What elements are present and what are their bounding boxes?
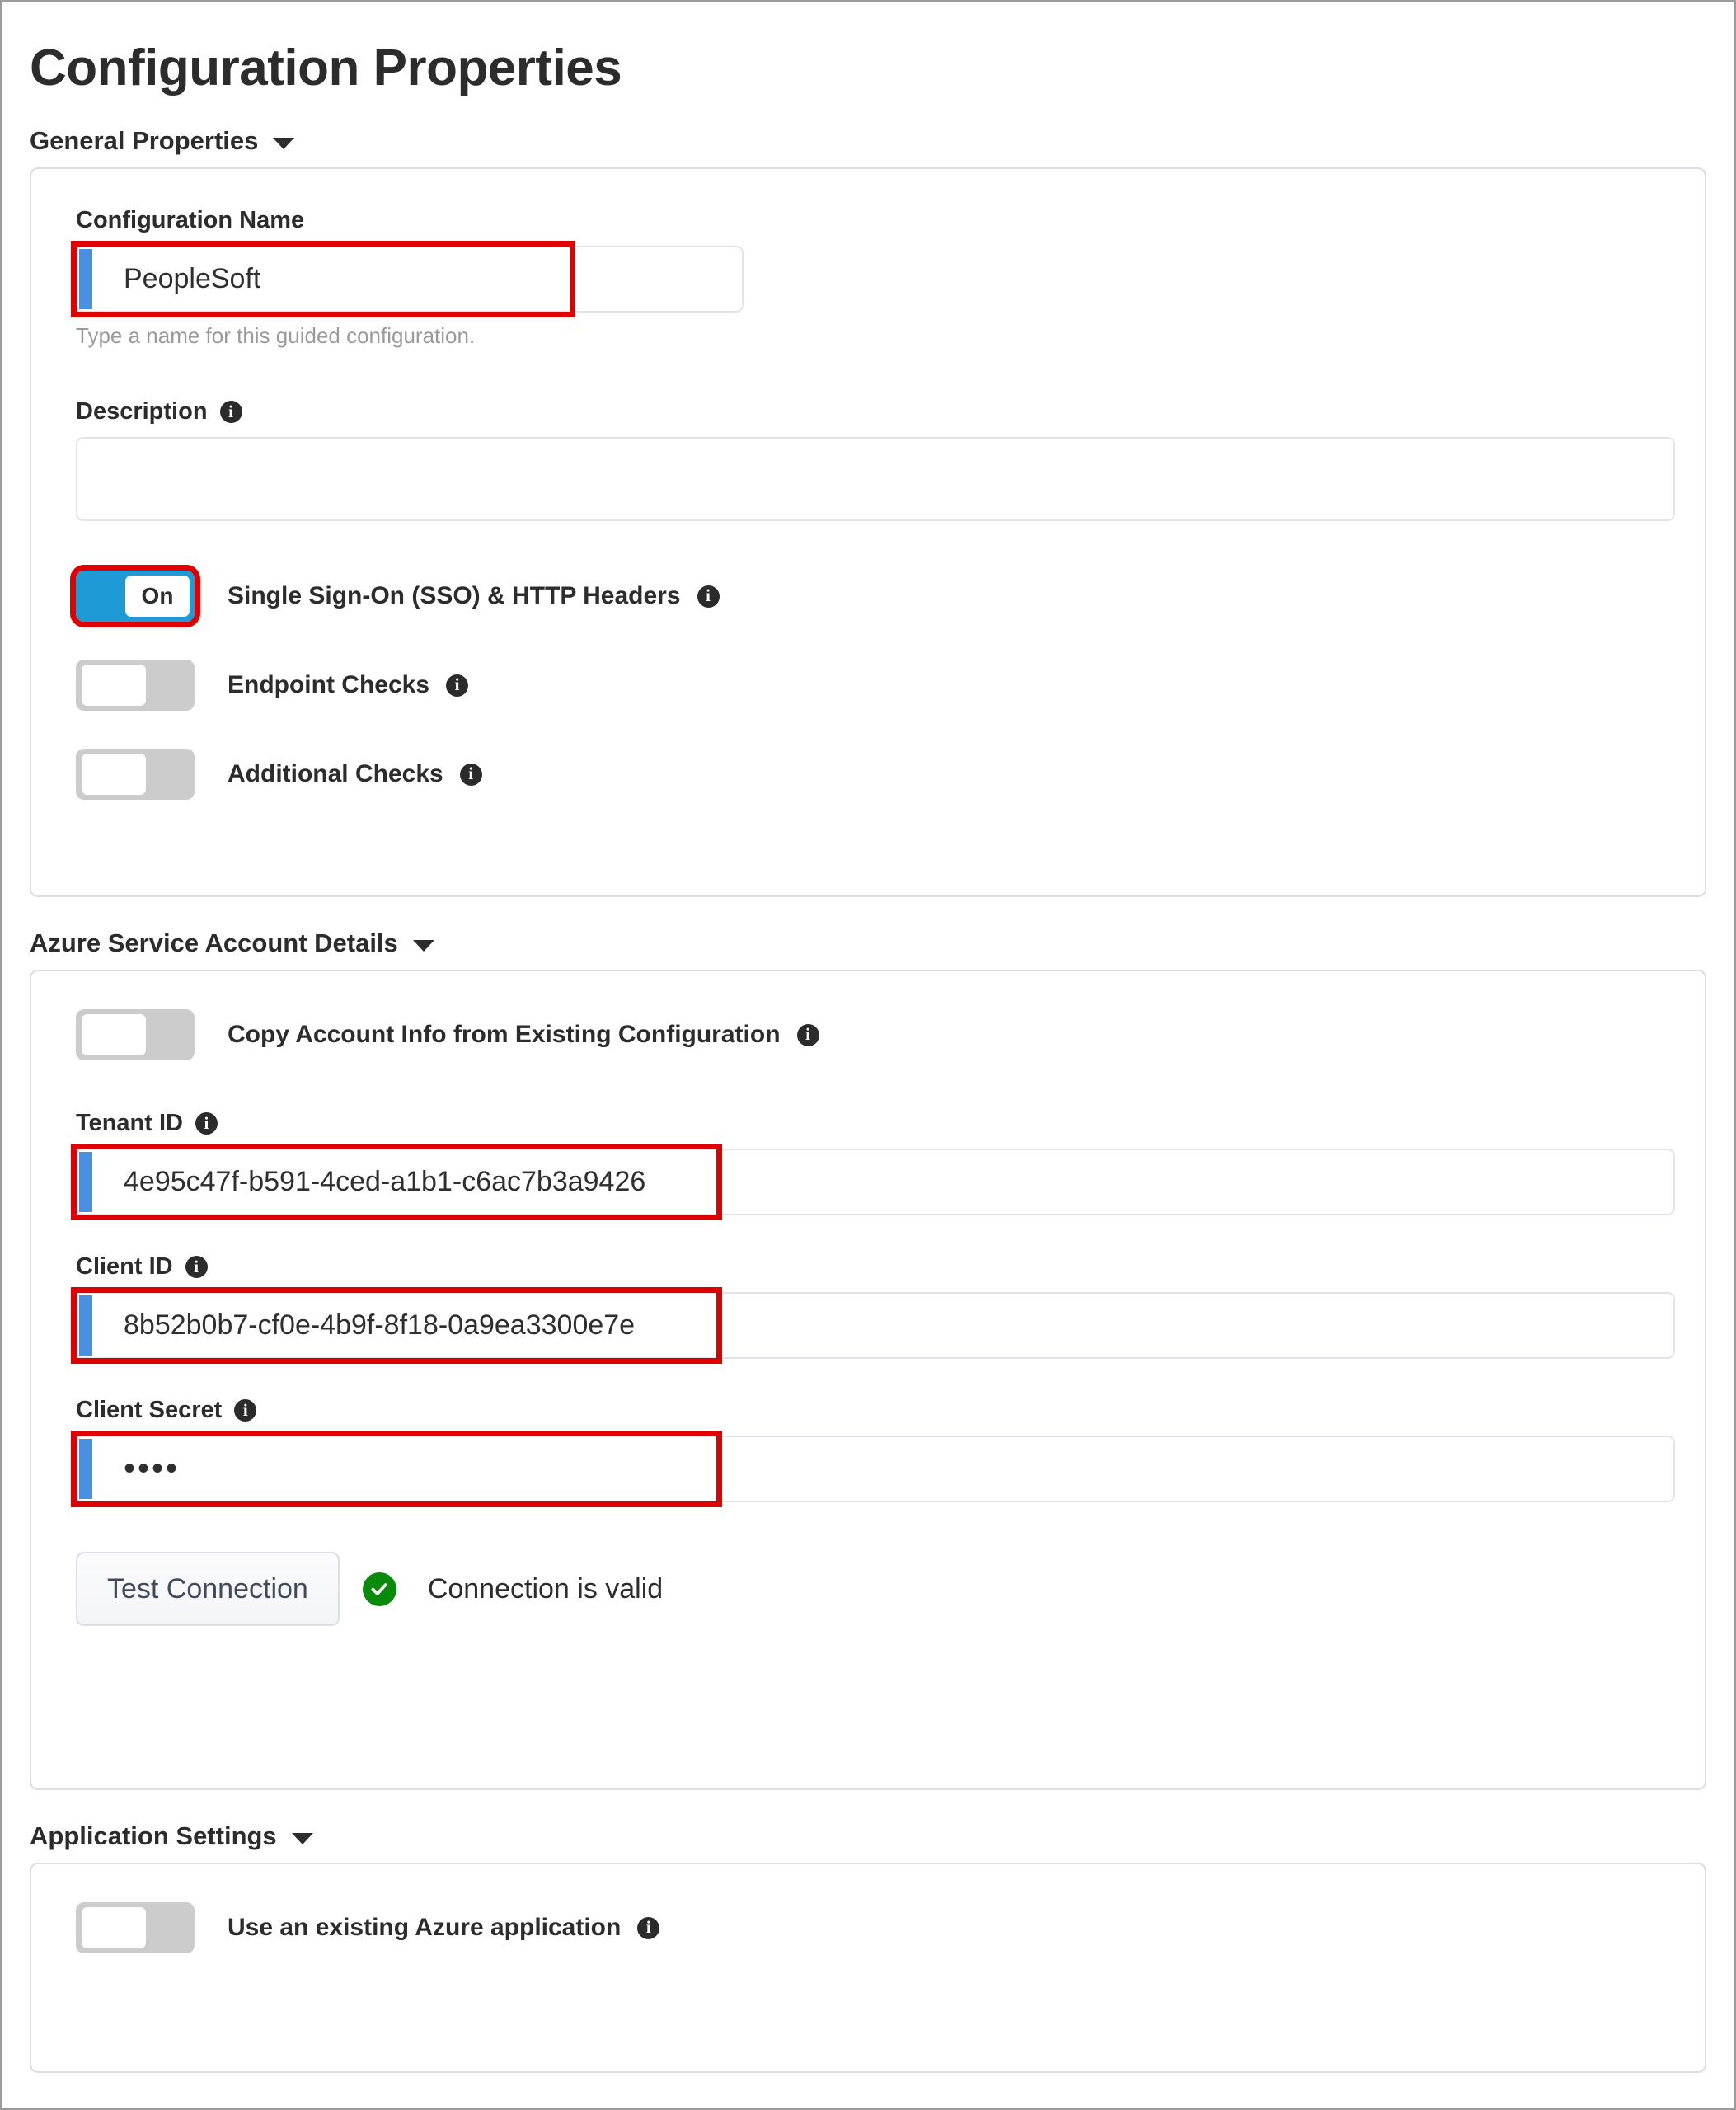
configuration-name-field: Configuration Name PeopleSoft Type a nam… bbox=[71, 207, 1660, 349]
input-accent-bar bbox=[79, 1439, 92, 1500]
info-icon[interactable]: i bbox=[195, 1112, 218, 1135]
section-header-application-settings-label: Application Settings bbox=[30, 1821, 277, 1851]
description-field: Description i bbox=[76, 398, 1675, 522]
client-secret-value: •••• bbox=[124, 1450, 181, 1487]
input-accent-bar bbox=[79, 249, 92, 310]
section-header-general-properties-label: General Properties bbox=[30, 126, 259, 156]
endpoint-checks-toggle-knob bbox=[82, 665, 146, 707]
sso-toggle-row: On Single Sign-On (SSO) & HTTP Headers i bbox=[70, 565, 1660, 628]
use-existing-azure-app-toggle-knob bbox=[82, 1907, 146, 1949]
configuration-name-input-wrap: PeopleSoft bbox=[71, 241, 1660, 318]
copy-account-info-toggle-knob bbox=[82, 1014, 146, 1056]
additional-checks-label-text: Additional Checks bbox=[228, 760, 443, 788]
client-secret-input-wrap: •••• bbox=[71, 1431, 1675, 1508]
chevron-down-icon[interactable] bbox=[291, 1832, 313, 1844]
configuration-properties-page: Configuration Properties General Propert… bbox=[0, 0, 1736, 2110]
description-label-text: Description bbox=[76, 398, 208, 425]
endpoint-checks-toggle[interactable] bbox=[76, 660, 195, 712]
copy-account-info-toggle-row: Copy Account Info from Existing Configur… bbox=[76, 1009, 1660, 1061]
test-connection-button[interactable]: Test Connection bbox=[76, 1552, 340, 1627]
use-existing-azure-app-label: Use an existing Azure application i bbox=[228, 1914, 660, 1942]
info-icon[interactable]: i bbox=[219, 401, 242, 424]
use-existing-azure-app-toggle[interactable] bbox=[76, 1902, 195, 1954]
info-icon[interactable]: i bbox=[697, 585, 720, 608]
configuration-name-value: PeopleSoft bbox=[124, 263, 261, 295]
client-id-field: Client ID i 8b52b0b7-cf0e-4b9f-8f18-0a9e… bbox=[71, 1253, 1675, 1365]
input-accent-bar bbox=[79, 1295, 92, 1356]
chevron-down-icon[interactable] bbox=[412, 939, 434, 952]
use-existing-azure-app-toggle-row: Use an existing Azure application i bbox=[76, 1902, 1660, 1954]
sso-toggle-knob: On bbox=[125, 576, 190, 618]
info-icon[interactable]: i bbox=[459, 763, 482, 786]
client-secret-field: Client Secret i •••• bbox=[71, 1397, 1675, 1508]
client-id-label: Client ID i bbox=[76, 1253, 1660, 1281]
application-settings-panel: Use an existing Azure application i bbox=[30, 1863, 1706, 2074]
use-existing-azure-app-label-text: Use an existing Azure application bbox=[228, 1914, 622, 1942]
additional-checks-toggle-knob bbox=[82, 754, 146, 796]
additional-checks-label: Additional Checks i bbox=[228, 760, 482, 788]
info-icon[interactable]: i bbox=[234, 1399, 257, 1422]
section-header-azure-label: Azure Service Account Details bbox=[30, 928, 398, 958]
section-header-application-settings[interactable]: Application Settings bbox=[30, 1821, 313, 1851]
tenant-id-value: 4e95c47f-b591-4ced-a1b1-c6ac7b3a9426 bbox=[124, 1166, 646, 1198]
description-label: Description i bbox=[76, 398, 1660, 425]
copy-account-info-label-text: Copy Account Info from Existing Configur… bbox=[228, 1021, 781, 1049]
info-icon[interactable]: i bbox=[796, 1023, 819, 1046]
page-title: Configuration Properties bbox=[30, 40, 622, 96]
test-connection-row: Test Connection Connection is valid bbox=[76, 1552, 1660, 1627]
copy-account-info-toggle[interactable] bbox=[76, 1009, 195, 1061]
tenant-id-label-text: Tenant ID bbox=[76, 1110, 183, 1137]
sso-toggle[interactable]: On bbox=[70, 565, 200, 628]
configuration-name-label-text: Configuration Name bbox=[76, 207, 305, 234]
tenant-id-label: Tenant ID i bbox=[76, 1110, 1660, 1137]
section-header-azure-service-account-details[interactable]: Azure Service Account Details bbox=[30, 928, 434, 958]
info-icon[interactable]: i bbox=[185, 1256, 208, 1279]
description-textarea[interactable] bbox=[76, 437, 1675, 522]
connection-status-text: Connection is valid bbox=[427, 1572, 664, 1605]
client-secret-label: Client Secret i bbox=[76, 1397, 1660, 1424]
client-secret-label-text: Client Secret bbox=[76, 1397, 223, 1424]
client-secret-input[interactable]: •••• bbox=[76, 1436, 1675, 1503]
endpoint-checks-label-text: Endpoint Checks bbox=[228, 671, 430, 699]
tenant-id-input[interactable]: 4e95c47f-b591-4ced-a1b1-c6ac7b3a9426 bbox=[76, 1149, 1675, 1216]
sso-toggle-label-text: Single Sign-On (SSO) & HTTP Headers bbox=[228, 582, 681, 610]
info-icon[interactable]: i bbox=[637, 1916, 660, 1939]
configuration-name-hint: Type a name for this guided configuratio… bbox=[76, 323, 476, 349]
copy-account-info-label: Copy Account Info from Existing Configur… bbox=[228, 1021, 819, 1049]
tenant-id-input-wrap: 4e95c47f-b591-4ced-a1b1-c6ac7b3a9426 bbox=[71, 1144, 1675, 1221]
additional-checks-toggle-row: Additional Checks i bbox=[76, 749, 1660, 801]
section-header-general-properties[interactable]: General Properties bbox=[30, 126, 295, 156]
client-id-input[interactable]: 8b52b0b7-cf0e-4b9f-8f18-0a9ea3300e7e bbox=[76, 1292, 1675, 1360]
sso-toggle-wrap: On bbox=[70, 565, 200, 628]
client-id-value: 8b52b0b7-cf0e-4b9f-8f18-0a9ea3300e7e bbox=[124, 1309, 636, 1342]
tenant-id-field: Tenant ID i 4e95c47f-b591-4ced-a1b1-c6ac… bbox=[71, 1110, 1675, 1221]
client-id-input-wrap: 8b52b0b7-cf0e-4b9f-8f18-0a9ea3300e7e bbox=[71, 1287, 1675, 1365]
endpoint-checks-label: Endpoint Checks i bbox=[228, 671, 469, 699]
check-circle-icon bbox=[362, 1572, 396, 1606]
client-id-label-text: Client ID bbox=[76, 1253, 173, 1281]
azure-service-account-panel: Copy Account Info from Existing Configur… bbox=[30, 970, 1706, 1791]
configuration-name-input[interactable]: PeopleSoft bbox=[76, 246, 744, 313]
additional-checks-toggle[interactable] bbox=[76, 749, 195, 801]
sso-toggle-label: Single Sign-On (SSO) & HTTP Headers i bbox=[228, 582, 720, 610]
chevron-down-icon[interactable] bbox=[273, 137, 295, 149]
general-properties-panel: Configuration Name PeopleSoft Type a nam… bbox=[30, 167, 1706, 898]
input-accent-bar bbox=[79, 1152, 92, 1213]
configuration-name-label: Configuration Name bbox=[76, 207, 1660, 234]
info-icon[interactable]: i bbox=[446, 674, 469, 697]
endpoint-checks-toggle-row: Endpoint Checks i bbox=[76, 660, 1660, 712]
